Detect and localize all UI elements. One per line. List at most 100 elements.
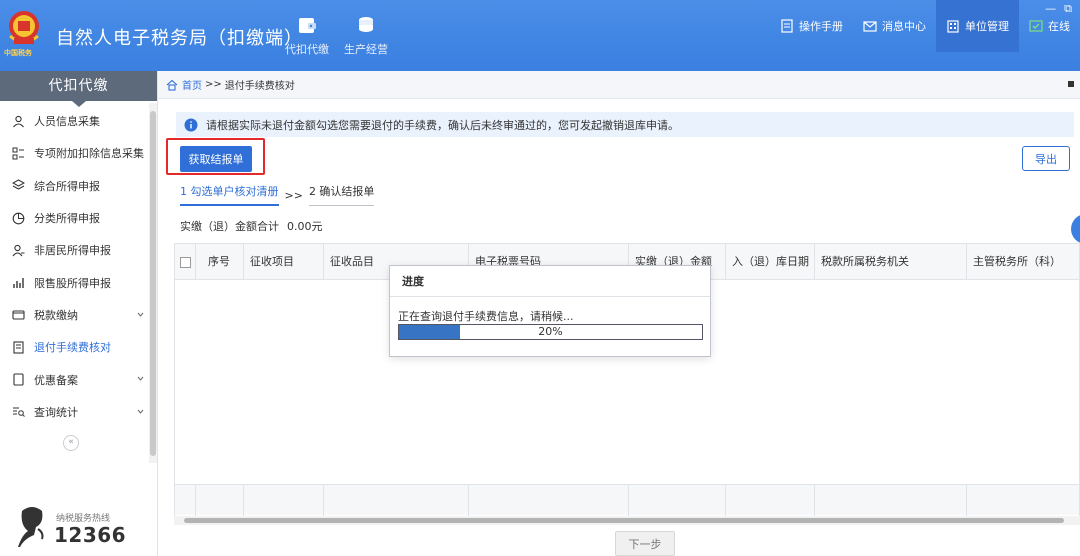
column-header[interactable]: 入（退）库日期 bbox=[726, 244, 815, 280]
sidebar-item-label: 分类所得申报 bbox=[34, 212, 100, 226]
breadcrumb-home[interactable]: 首页 bbox=[182, 77, 202, 92]
sidebar-collapse-button[interactable]: « bbox=[63, 435, 79, 451]
sidebar-item-label: 查询统计 bbox=[34, 405, 78, 419]
clock-pie-icon bbox=[12, 212, 25, 224]
progress-bar: 20% bbox=[398, 324, 703, 340]
total-label: 实缴（退）金额合计 bbox=[180, 220, 279, 233]
info-notice: 请根据实际未退付金额勾选您需要退付的手续费，确认后未终审通过的，您可发起撤销退库… bbox=[176, 112, 1074, 137]
progress-dialog: 进度 正在查询退付手续费信息，请稍候... 20% bbox=[389, 265, 711, 357]
folder-icon bbox=[12, 310, 25, 320]
file-icon bbox=[13, 373, 24, 386]
layers-icon bbox=[12, 179, 25, 190]
sidebar-item-comprehensive-income[interactable]: 综合所得申报 bbox=[0, 170, 148, 202]
person-icon bbox=[13, 115, 24, 128]
sidebar-item-fee-refund-check[interactable]: 退付手续费核对 bbox=[0, 331, 148, 363]
breadcrumb-separator: >> bbox=[205, 79, 222, 90]
online-link[interactable]: 在线 bbox=[1019, 0, 1080, 52]
dialog-title: 进度 bbox=[390, 266, 710, 297]
sidebar-item-label: 限售股所得申报 bbox=[34, 276, 111, 290]
total-value: 0.00元 bbox=[287, 220, 323, 233]
notice-text: 请根据实际未退付金额勾选您需要退付的手续费，确认后未终审通过的，您可发起撤销退库… bbox=[206, 118, 679, 132]
column-header[interactable]: 征收项目 bbox=[244, 244, 324, 280]
sidebar-item-label: 税款缴纳 bbox=[34, 308, 78, 322]
logo-caption: 中国税务 bbox=[4, 49, 32, 57]
wallet-icon bbox=[299, 18, 316, 33]
messages-label: 消息中心 bbox=[882, 20, 926, 33]
info-icon bbox=[184, 118, 198, 131]
next-step-button[interactable]: 下一步 bbox=[615, 531, 675, 556]
online-label: 在线 bbox=[1048, 20, 1070, 33]
select-all-cell bbox=[175, 244, 196, 280]
step-tabs: 1 勾选单户核对清册 >> 2 确认结报单 bbox=[180, 184, 375, 206]
online-check-icon bbox=[1029, 20, 1043, 32]
sidebar-item-classified-income[interactable]: 分类所得申报 bbox=[0, 202, 148, 234]
table-scrollbar-thumb[interactable] bbox=[184, 518, 1064, 523]
top-nav-withholding[interactable]: 代扣代缴 bbox=[279, 14, 335, 57]
sidebar-header: 代扣代缴 bbox=[0, 71, 157, 107]
sidebar-item-query-statistics[interactable]: 查询统计 bbox=[0, 396, 148, 428]
footer-cell bbox=[324, 485, 469, 516]
breadcrumb-current: 退付手续费核对 bbox=[224, 81, 295, 92]
sidebar-item-nonresident-income[interactable]: 非居民所得申报 bbox=[0, 234, 148, 266]
table-horizontal-scrollbar[interactable] bbox=[174, 516, 1080, 525]
chevron-down-icon bbox=[137, 312, 144, 317]
sidebar: 代扣代缴 人员信息采集 专项附加扣除信息采集 综合所得申报 分类所得申报 非居民… bbox=[0, 71, 158, 556]
sidebar-item-label: 退付手续费核对 bbox=[34, 341, 111, 355]
chevron-down-icon bbox=[137, 377, 144, 382]
top-nav-label: 生产经营 bbox=[344, 43, 388, 56]
sidebar-item-label: 专项附加扣除信息采集 bbox=[34, 147, 144, 161]
sidebar-item-restricted-stock[interactable]: 限售股所得申报 bbox=[0, 266, 148, 298]
unit-management-label: 单位管理 bbox=[965, 20, 1009, 33]
table-footer bbox=[175, 484, 1079, 516]
sidebar-item-label: 人员信息采集 bbox=[34, 115, 100, 129]
footer-cell bbox=[726, 485, 815, 516]
dialog-message: 正在查询退付手续费信息，请稍候... bbox=[398, 310, 574, 323]
breadcrumb: 首页 >> 退付手续费核对 bbox=[158, 71, 1080, 99]
export-button[interactable]: 导出 bbox=[1022, 146, 1070, 171]
fetch-settlement-button[interactable]: 获取结报单 bbox=[180, 146, 252, 172]
sidebar-item-label: 非居民所得申报 bbox=[34, 244, 111, 258]
sidebar-scrollbar-thumb[interactable] bbox=[150, 111, 156, 456]
column-header[interactable]: 税款所属税务机关 bbox=[815, 244, 967, 280]
panel-toggle-icon[interactable] bbox=[1068, 81, 1074, 87]
manual-label: 操作手册 bbox=[799, 20, 843, 33]
top-actions: 操作手册 消息中心 单位管理 在线 bbox=[770, 0, 1080, 70]
footer-cell bbox=[175, 485, 196, 516]
person-alt-icon bbox=[12, 244, 25, 257]
footer-cell bbox=[244, 485, 324, 516]
grid-list-icon bbox=[12, 147, 24, 160]
step-separator: >> bbox=[284, 188, 303, 202]
coins-icon bbox=[359, 17, 373, 32]
sidebar-item-label: 综合所得申报 bbox=[34, 179, 100, 193]
app-header: 中国税务 自然人电子税务局（扣缴端） 代扣代缴 生产经营 — ⧉ 操作手册 消息… bbox=[0, 0, 1080, 71]
hotline: 纳税服务热线 12366 bbox=[14, 501, 144, 551]
footer-cell bbox=[469, 485, 629, 516]
messages-link[interactable]: 消息中心 bbox=[853, 0, 936, 52]
top-nav-label: 代扣代缴 bbox=[285, 43, 329, 56]
headset-person-icon bbox=[18, 507, 44, 547]
search-list-icon bbox=[13, 407, 25, 418]
top-nav-business[interactable]: 生产经营 bbox=[338, 14, 394, 57]
manual-link[interactable]: 操作手册 bbox=[770, 0, 853, 52]
select-all-checkbox[interactable] bbox=[180, 257, 191, 268]
sidebar-item-special-deduction[interactable]: 专项附加扣除信息采集 bbox=[0, 137, 148, 169]
footer-cell bbox=[815, 485, 967, 516]
chevron-down-icon bbox=[137, 409, 144, 414]
column-header[interactable]: 主管税务所（科） bbox=[967, 244, 1079, 280]
unit-management-link[interactable]: 单位管理 bbox=[936, 0, 1019, 52]
floating-help-button[interactable] bbox=[1071, 214, 1080, 244]
envelope-icon bbox=[863, 21, 877, 32]
document-check-icon bbox=[13, 341, 24, 354]
step-tab-confirm-settlement[interactable]: 2 确认结报单 bbox=[308, 184, 375, 206]
sidebar-item-tax-payment[interactable]: 税款缴纳 bbox=[0, 299, 148, 331]
home-icon bbox=[166, 79, 178, 91]
step-tab-select-ledger[interactable]: 1 勾选单户核对清册 bbox=[180, 184, 279, 206]
sidebar-item-preferential-filing[interactable]: 优惠备案 bbox=[0, 363, 148, 395]
footer-cell bbox=[196, 485, 244, 516]
sidebar-menu: 人员信息采集 专项附加扣除信息采集 综合所得申报 分类所得申报 非居民所得申报 … bbox=[0, 105, 148, 428]
sidebar-item-personnel[interactable]: 人员信息采集 bbox=[0, 105, 148, 137]
column-header[interactable]: 序号 bbox=[196, 244, 244, 280]
app-title: 自然人电子税务局（扣缴端） bbox=[56, 28, 303, 49]
sidebar-scrollbar[interactable] bbox=[149, 103, 157, 463]
hotline-number: 12366 bbox=[54, 523, 127, 547]
